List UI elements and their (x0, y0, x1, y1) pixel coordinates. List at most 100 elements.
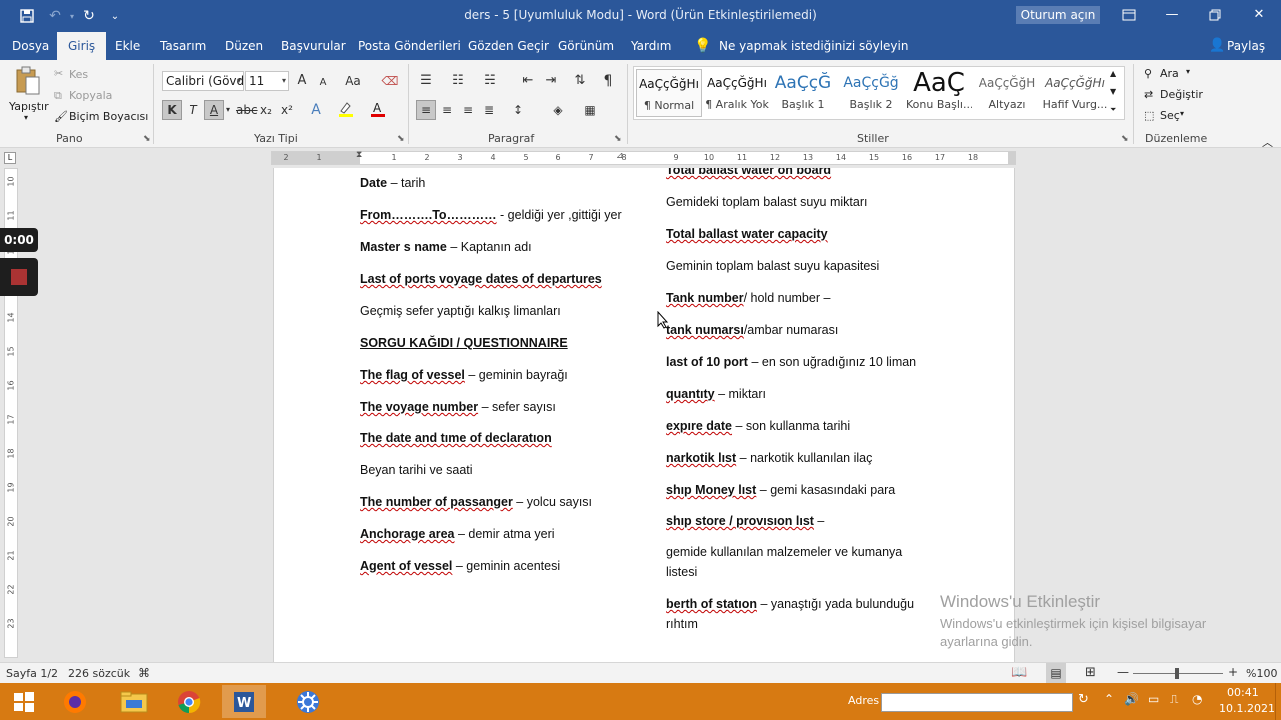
show-marks-icon[interactable]: ¶ (598, 71, 618, 91)
paste-button[interactable]: Yapıştır (9, 100, 49, 113)
show-desktop-button[interactable] (1275, 683, 1281, 720)
bullets-icon[interactable]: ☰ (416, 71, 436, 91)
styles-more-icon[interactable]: ⏷ (1110, 105, 1116, 115)
tab-ekle[interactable]: Ekle (115, 32, 140, 60)
format-painter-icon[interactable]: 🖌 (54, 110, 68, 123)
indent-marker-icon[interactable]: ⧗ (356, 150, 362, 160)
maximize-icon[interactable] (1198, 4, 1232, 26)
word-icon[interactable]: W (222, 685, 266, 718)
style-title[interactable]: AaÇ Konu Başlı... (906, 69, 972, 117)
style-subtitle[interactable]: AaÇçĞğH Altyazı (974, 69, 1040, 117)
document-page[interactable]: Date – tarih From……….To………… - geldiği yer… (273, 168, 1015, 662)
document-line[interactable]: listesi (666, 565, 697, 579)
find-dropdown-icon[interactable]: ▾ (1186, 67, 1190, 76)
tab-tasarim[interactable]: Tasarım (160, 32, 206, 60)
file-explorer-icon[interactable] (112, 685, 156, 718)
find-icon[interactable]: ⚲ (1144, 67, 1152, 80)
cut-icon[interactable]: ✂ (54, 67, 63, 80)
zoom-out-icon[interactable]: — (1117, 665, 1129, 679)
replace-button[interactable]: Değiştir (1160, 88, 1203, 101)
italic-button[interactable]: T (183, 100, 203, 120)
proofing-icon[interactable]: ⌘ (138, 666, 150, 680)
chrome-icon[interactable] (167, 685, 211, 718)
tab-gorunum[interactable]: Görünüm (558, 32, 614, 60)
clock-date[interactable]: 10.1.2021 (1219, 702, 1275, 715)
bold-button[interactable]: K (162, 100, 182, 120)
document-line[interactable]: Total ballast water on board (666, 168, 831, 177)
increase-indent-icon[interactable]: ⇥ (541, 71, 561, 91)
document-line[interactable]: The date and tıme of declaratıon (360, 431, 552, 445)
network-icon[interactable]: ⎍ (1170, 692, 1178, 707)
styles-scroll-down-icon[interactable]: ▼ (1110, 87, 1116, 96)
chevron-down-icon[interactable]: ▾ (237, 72, 241, 90)
person-icon[interactable]: 👤 (1209, 32, 1225, 60)
document-line[interactable]: Geçmiş sefer yaptığı kalkış limanları (360, 304, 561, 318)
document-line[interactable]: berth of statıon – yanaştığı yada bulund… (666, 597, 914, 611)
document-line[interactable]: expıre date – son kullanma tarihi (666, 419, 850, 433)
shading-icon[interactable]: ◈ (548, 100, 568, 120)
format-painter-button[interactable]: Biçim Boyacısı (69, 110, 148, 123)
borders-icon[interactable]: ▦ (580, 100, 600, 120)
read-mode-icon[interactable]: 📖 (1011, 665, 1027, 680)
subscript-button[interactable]: x₂ (256, 100, 276, 120)
align-left-icon[interactable]: ≡ (416, 100, 436, 120)
document-line[interactable]: Date – tarih (360, 176, 425, 190)
justify-icon[interactable]: ≣ (479, 100, 499, 120)
sort-icon[interactable]: ⇅ (570, 71, 590, 91)
document-line[interactable]: The voyage number – sefer sayısı (360, 400, 556, 414)
chevron-down-icon[interactable]: ▾ (282, 72, 286, 90)
web-layout-icon[interactable]: ⊞ (1085, 665, 1096, 680)
document-line[interactable]: narkotik lıst – narkotik kullanılan ilaç (666, 451, 872, 465)
signin-button[interactable]: Oturum açın (1016, 6, 1100, 24)
replace-icon[interactable]: ⇄ (1144, 88, 1153, 101)
style-heading-1[interactable]: AaÇçĞ Başlık 1 (770, 69, 836, 117)
tray-chevron-icon[interactable]: ⌃ (1104, 692, 1114, 706)
ribbon-display-icon[interactable] (1112, 4, 1146, 26)
battery-icon[interactable]: ▭ (1148, 692, 1159, 706)
styles-launcher-icon[interactable]: ⬊ (1121, 134, 1129, 144)
numbering-icon[interactable]: ☷ (448, 71, 468, 91)
refresh-icon[interactable]: ↻ (1078, 692, 1089, 707)
text-effects-icon[interactable]: A (306, 100, 326, 120)
tab-giris[interactable]: Giriş (57, 32, 107, 60)
change-case-button[interactable]: Aa (340, 71, 366, 91)
document-line[interactable]: Last of ports voyage dates of departures (360, 272, 602, 286)
superscript-button[interactable]: x² (277, 100, 297, 120)
select-button[interactable]: Seç (1160, 109, 1180, 122)
document-line[interactable]: Agent of vessel – geminin acentesi (360, 559, 560, 573)
tab-duzen[interactable]: Düzen (225, 32, 263, 60)
document-line[interactable]: rıhtım (666, 617, 698, 631)
tab-gozden-gecir[interactable]: Gözden Geçir (468, 32, 549, 60)
select-dropdown-icon[interactable]: ▾ (1180, 109, 1184, 118)
document-line[interactable]: Master s name – Kaptanın adı (360, 240, 532, 254)
tab-basvurular[interactable]: Başvurular (281, 32, 346, 60)
font-launcher-icon[interactable]: ⬊ (397, 134, 405, 144)
horizontal-ruler[interactable]: 2 1 1 2 3 4 5 6 7 8 9 10 11 12 13 14 15 16 17 18 ⧗ ⊿ (271, 150, 1016, 165)
underline-dropdown-icon[interactable]: ▾ (223, 100, 233, 120)
document-line[interactable]: quantıty – miktarı (666, 387, 766, 401)
find-button[interactable]: Ara (1160, 67, 1179, 80)
copy-icon[interactable]: ⧉ (54, 89, 62, 103)
page-count[interactable]: Sayfa 1/2 (6, 667, 58, 680)
paste-dropdown-icon[interactable]: ▾ (24, 113, 28, 122)
underline-button[interactable]: A (204, 100, 224, 120)
tell-me-box[interactable]: Ne yapmak istediğinizi söyleyin (719, 32, 908, 60)
document-line[interactable]: Total ballast water capacity (666, 227, 828, 241)
wifi-icon[interactable]: ◔ (1192, 692, 1202, 706)
shrink-font-button[interactable]: A (313, 73, 333, 93)
document-line[interactable]: Geminin toplam balast suyu kapasitesi (666, 259, 879, 273)
clear-formatting-icon[interactable]: ⌫ (380, 71, 400, 91)
line-spacing-icon[interactable]: ↕ (508, 100, 528, 120)
clipboard-launcher-icon[interactable]: ⬊ (143, 134, 151, 144)
clock-time[interactable]: 00:41 (1227, 686, 1259, 699)
font-color-icon[interactable]: A (368, 100, 388, 120)
document-line[interactable]: SORGU KAĞIDI / QUESTIONNAIRE (360, 336, 568, 350)
document-line[interactable]: last of 10 port – en son uğradığınız 10 … (666, 355, 916, 369)
app-gear-icon[interactable] (286, 685, 330, 718)
lightbulb-icon[interactable]: 💡 (694, 32, 711, 60)
font-size-combo[interactable]: 11 ▾ (245, 71, 289, 91)
styles-scroll-up-icon[interactable]: ▲ (1110, 69, 1116, 78)
print-layout-icon[interactable]: ▤ (1046, 663, 1066, 683)
document-line[interactable]: Tank number/ hold number – (666, 291, 830, 305)
align-center-icon[interactable]: ≡ (437, 100, 457, 120)
